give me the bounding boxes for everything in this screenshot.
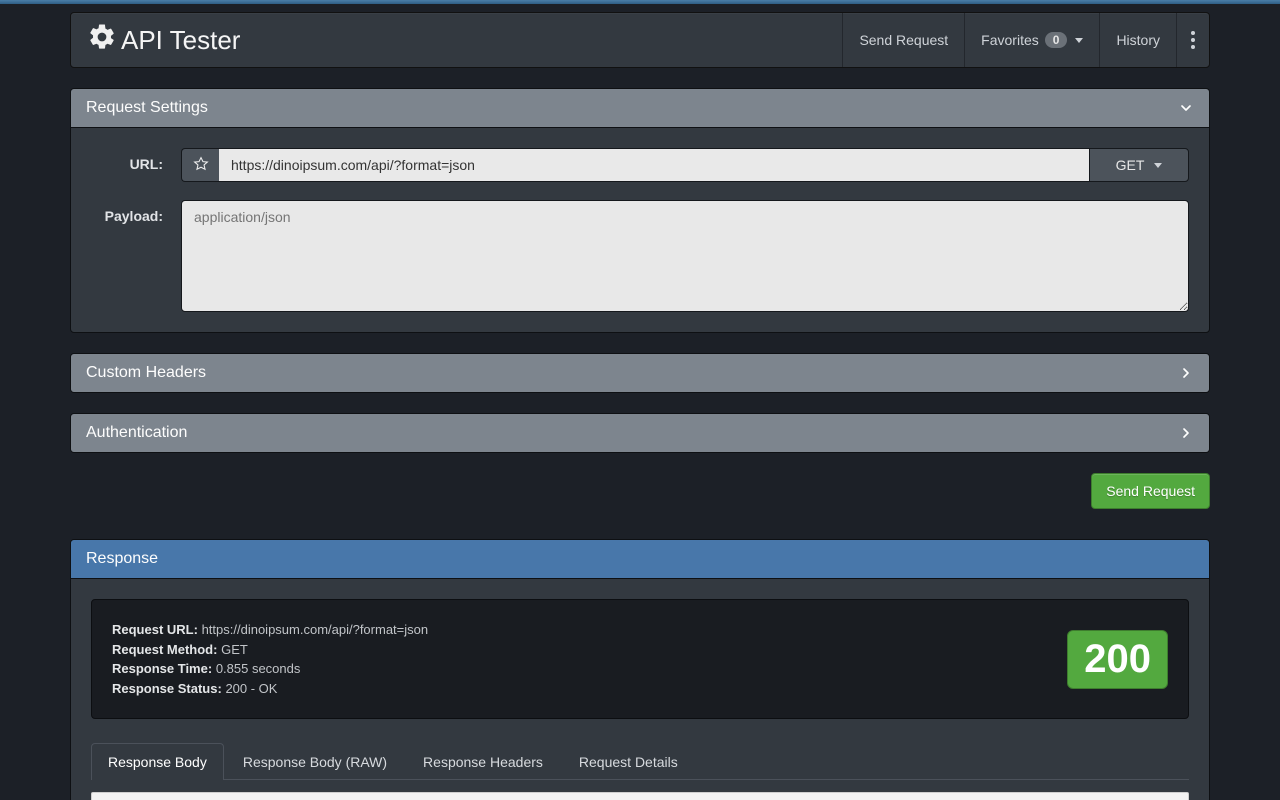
- chevron-down-icon: [1178, 100, 1194, 116]
- meta-response-time: Response Time: 0.855 seconds: [112, 659, 428, 679]
- app-brand[interactable]: API Tester: [71, 13, 256, 67]
- payload-textarea[interactable]: [181, 200, 1189, 312]
- meta-request-method-value: GET: [221, 642, 248, 657]
- chevron-right-icon: [1178, 365, 1194, 381]
- meta-request-method: Request Method: GET: [112, 640, 428, 660]
- meta-request-method-label: Request Method:: [112, 642, 217, 657]
- panel-response: Response Request URL: https://dinoipsum.…: [70, 539, 1210, 800]
- app-container: API Tester Send Request Favorites 0 Hist…: [70, 12, 1210, 800]
- meta-response-time-label: Response Time:: [112, 661, 212, 676]
- nav-favorites-label: Favorites: [981, 32, 1039, 48]
- chevron-right-icon: [1178, 425, 1194, 441]
- meta-request-url-value: https://dinoipsum.com/api/?format=json: [202, 622, 429, 637]
- panel-request-settings-title: Request Settings: [86, 99, 208, 117]
- kebab-icon: [1191, 31, 1195, 49]
- app-viewport[interactable]: API Tester Send Request Favorites 0 Hist…: [0, 4, 1280, 800]
- tab-response-headers[interactable]: Response Headers: [406, 743, 560, 780]
- panel-response-body: Request URL: https://dinoipsum.com/api/?…: [71, 579, 1209, 800]
- tab-response-headers-label: Response Headers: [423, 754, 543, 770]
- panel-response-header[interactable]: Response: [71, 540, 1209, 579]
- panel-authentication-header[interactable]: Authentication: [71, 414, 1209, 452]
- nav-history-label: History: [1116, 32, 1160, 48]
- meta-response-status: Response Status: 200 - OK: [112, 679, 428, 699]
- caret-down-icon: [1154, 163, 1162, 168]
- url-input-group: GET: [181, 148, 1189, 182]
- panel-custom-headers-header[interactable]: Custom Headers: [71, 354, 1209, 392]
- response-result-area[interactable]: [91, 792, 1189, 800]
- nav-favorites[interactable]: Favorites 0: [964, 13, 1099, 67]
- tab-request-details-label: Request Details: [579, 754, 678, 770]
- favorites-count-badge: 0: [1045, 32, 1068, 48]
- payload-label: Payload:: [91, 200, 181, 224]
- nav-history[interactable]: History: [1099, 13, 1176, 67]
- response-meta: Request URL: https://dinoipsum.com/api/?…: [112, 620, 428, 698]
- panel-authentication: Authentication: [70, 413, 1210, 453]
- tab-request-details[interactable]: Request Details: [562, 743, 695, 780]
- nav-more-menu[interactable]: [1176, 13, 1209, 67]
- navbar: API Tester Send Request Favorites 0 Hist…: [70, 12, 1210, 68]
- caret-down-icon: [1075, 38, 1083, 43]
- response-summary: Request URL: https://dinoipsum.com/api/?…: [91, 599, 1189, 719]
- send-request-button-label: Send Request: [1106, 483, 1195, 499]
- panel-custom-headers: Custom Headers: [70, 353, 1210, 393]
- nav-send-request[interactable]: Send Request: [842, 13, 964, 67]
- star-outline-icon: [193, 156, 209, 175]
- row-payload: Payload:: [91, 200, 1189, 312]
- meta-response-status-value: 200 - OK: [225, 681, 277, 696]
- favorite-toggle[interactable]: [181, 148, 219, 182]
- meta-response-time-value: 0.855 seconds: [216, 661, 301, 676]
- panel-request-settings-body: URL: GET: [71, 128, 1209, 332]
- http-method-label: GET: [1116, 157, 1145, 173]
- panel-authentication-title: Authentication: [86, 424, 187, 442]
- panel-response-title: Response: [86, 550, 158, 568]
- nav-right: Send Request Favorites 0 History: [842, 13, 1209, 67]
- app-title: API Tester: [121, 25, 240, 56]
- panel-request-settings: Request Settings URL:: [70, 88, 1210, 333]
- status-code-badge: 200: [1067, 630, 1168, 689]
- tab-response-body-raw[interactable]: Response Body (RAW): [226, 743, 404, 780]
- gear-icon: [87, 22, 117, 59]
- row-url: URL: GET: [91, 148, 1189, 182]
- response-tabs: Response Body Response Body (RAW) Respon…: [91, 743, 1189, 780]
- meta-response-status-label: Response Status:: [112, 681, 222, 696]
- url-label: URL:: [91, 148, 181, 172]
- panel-request-settings-header[interactable]: Request Settings: [71, 89, 1209, 128]
- tab-response-body-raw-label: Response Body (RAW): [243, 754, 387, 770]
- nav-send-request-label: Send Request: [859, 32, 948, 48]
- http-method-dropdown[interactable]: GET: [1089, 148, 1189, 182]
- tab-response-body-label: Response Body: [108, 754, 207, 770]
- url-input[interactable]: [219, 148, 1089, 182]
- meta-request-url-label: Request URL:: [112, 622, 198, 637]
- panel-custom-headers-title: Custom Headers: [86, 364, 206, 382]
- meta-request-url: Request URL: https://dinoipsum.com/api/?…: [112, 620, 428, 640]
- send-request-row: Send Request: [70, 473, 1210, 509]
- tab-response-body[interactable]: Response Body: [91, 743, 224, 780]
- send-request-button[interactable]: Send Request: [1091, 473, 1210, 509]
